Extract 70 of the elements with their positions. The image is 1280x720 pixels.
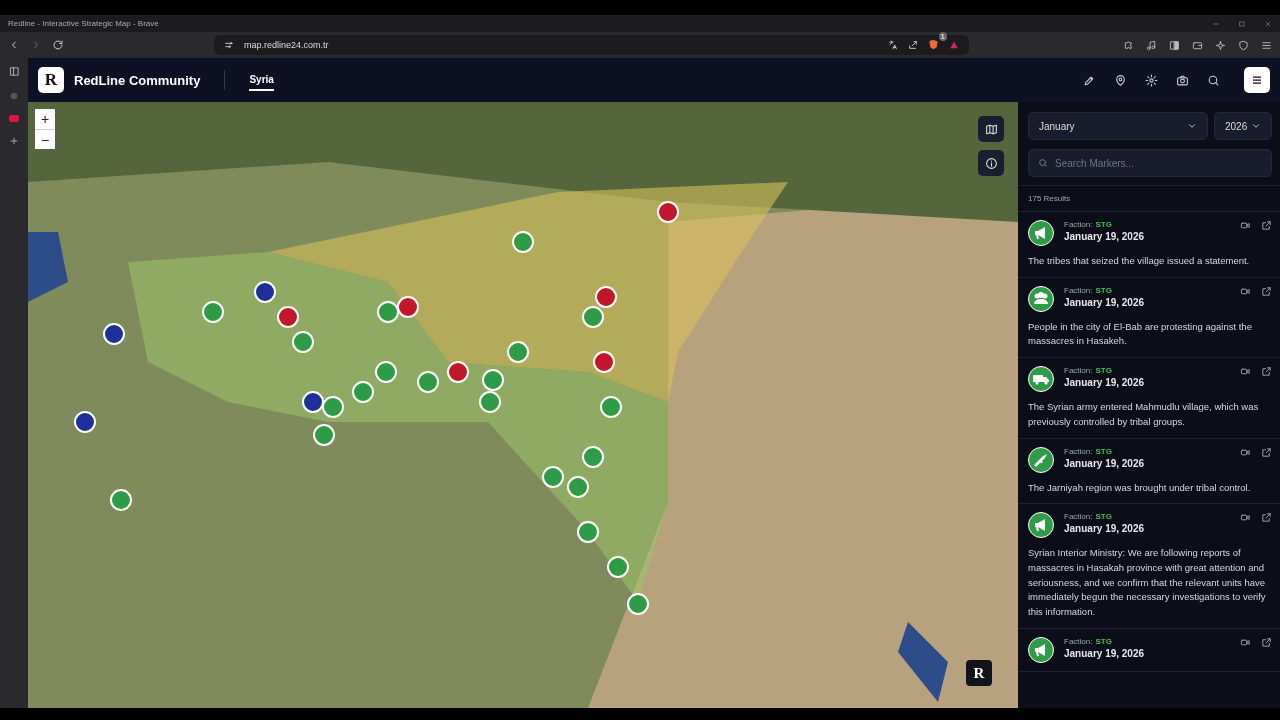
shield-count: 1 [938,31,947,41]
event-description: The Syrian army entered Mahmudlu village, which was previously controlled by tribal groups. [1028,400,1260,429]
megaphone-icon [1028,512,1054,539]
extension-icon[interactable] [1123,39,1134,51]
search-field[interactable]: Search Markers... [1028,149,1272,177]
menu-icon [1251,74,1263,86]
wallet-icon[interactable] [1192,39,1203,51]
close-icon[interactable] [1264,19,1272,28]
video-icon[interactable] [1240,220,1251,231]
region-tab[interactable]: Syria [249,69,274,91]
triangle-icon[interactable] [949,40,959,50]
event-description: People in the city of El-Bab are protesting against the massacres in Hasakeh. [1028,319,1253,349]
info-button[interactable] [978,150,1004,176]
menu-icon[interactable] [1261,39,1272,51]
music-icon[interactable] [1146,39,1157,51]
truck-icon [1028,366,1054,393]
event-description: Syrian Interior Ministry: We are following reports of massacres in Hasakah province with great attention and seriousness, and we confirm that the relevant units have immediately begun the necessary investigations to verify this information. [1028,546,1267,620]
search-icon[interactable] [1207,73,1220,87]
share-icon[interactable] [908,40,918,50]
map-icon[interactable] [984,122,998,136]
faction-label: Faction: STG [1064,636,1113,646]
map-logo: R [966,660,992,686]
sparkle-icon[interactable] [1215,39,1226,51]
address-bar[interactable]: map.redline24.com.tr 1 [214,35,969,55]
location-pin-icon[interactable] [1114,73,1127,87]
zoom-out-button[interactable]: − [35,129,55,149]
info-icon[interactable] [984,156,998,170]
faction-label: Faction: STG [1064,220,1113,229]
camera-icon[interactable] [1176,73,1189,87]
map-layers-button[interactable] [978,116,1004,142]
url-text: map.redline24.com.tr [244,40,330,50]
chevron-down-icon[interactable] [1251,121,1261,131]
external-link-icon[interactable] [1261,512,1272,524]
event-description: The tribes that seized the village issued a statement. [1028,254,1251,268]
year-select[interactable]: 2026 [1214,112,1272,140]
site-settings-icon[interactable] [224,40,234,50]
faction-label: Faction: STG [1064,446,1113,456]
event-date: January 19, 2026 [1064,523,1146,535]
people-icon [1028,285,1054,312]
faction-label: Faction: STG [1064,512,1113,522]
vpn-shield-icon[interactable] [1238,39,1249,51]
event-date: January 19, 2026 [1064,457,1146,469]
lion-shield-icon[interactable] [928,38,939,50]
external-link-icon[interactable] [1261,446,1272,458]
external-link-icon[interactable] [1261,636,1272,648]
reload-icon[interactable] [52,39,64,51]
month-select[interactable]: January [1028,112,1208,140]
event-description: The Jarniyah region was brought under tribal control. [1028,480,1252,495]
faction-label: Faction: STG [1064,366,1113,376]
restore-icon[interactable] [1238,19,1246,28]
megaphone-icon [1028,220,1054,246]
event-date: January 19, 2026 [1064,647,1146,659]
event-date: January 19, 2026 [1064,296,1146,308]
window-title: Redline - Interactive Strategic Map - Brave [8,19,159,28]
results-count: 175 Results [1018,186,1280,212]
megaphone-icon [1028,636,1054,663]
event-date: January 19, 2026 [1064,377,1146,389]
menu-button[interactable] [1244,67,1270,93]
logo: R [38,67,64,93]
external-link-icon[interactable] [1261,366,1272,378]
event-date: January 19, 2026 [1064,231,1146,242]
chevron-down-icon[interactable] [1187,121,1197,131]
add-icon[interactable] [9,136,19,146]
external-link-icon[interactable] [1261,220,1272,231]
panel-icon[interactable] [8,66,20,77]
translate-icon[interactable] [888,40,898,50]
brand-name: RedLine Community [74,72,201,88]
sidebar-icon[interactable] [1169,39,1180,51]
external-link-icon[interactable] [1261,285,1272,297]
faction-label: Faction: STG [1064,285,1113,295]
